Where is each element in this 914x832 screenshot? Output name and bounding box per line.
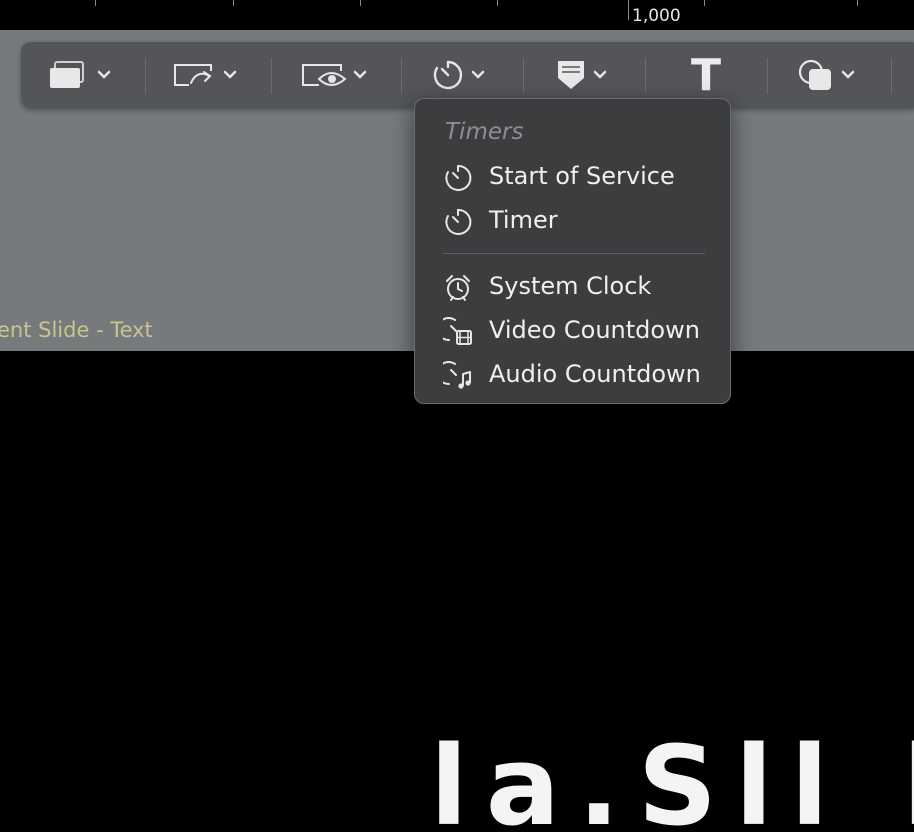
menu-separator	[443, 253, 705, 254]
toolbar-separator	[645, 58, 646, 94]
slide-layers-button[interactable]	[47, 42, 111, 108]
toolbar-separator	[523, 58, 524, 94]
ruler-tick	[628, 0, 629, 20]
toolbar-separator	[145, 58, 146, 94]
menu-item-label: Timer	[489, 206, 558, 234]
props-icon	[558, 61, 584, 89]
audio-countdown-icon	[443, 361, 471, 389]
ruler: 1,000	[0, 0, 914, 30]
slide-big-text: la.Sll l	[430, 722, 914, 832]
ruler-tick	[360, 0, 361, 6]
ruler-tick	[497, 0, 498, 6]
chevron-down-icon	[97, 70, 111, 79]
ruler-tick	[857, 0, 858, 6]
chevron-down-icon	[223, 70, 237, 79]
shapes-button[interactable]	[797, 42, 855, 108]
toolbar-separator	[271, 58, 272, 94]
menu-item-label: Video Countdown	[489, 316, 700, 344]
menu-item-start-of-service[interactable]: Start of Service	[425, 157, 722, 197]
video-countdown-icon	[443, 317, 472, 345]
menu-item-video-countdown[interactable]: Video Countdown	[425, 311, 722, 351]
slide-label: ent Slide - Text	[0, 318, 153, 342]
toolbar-separator	[891, 58, 892, 94]
menu-item-system-clock[interactable]: System Clock	[425, 267, 722, 307]
ruler-tick	[95, 0, 96, 6]
ruler-tick	[233, 0, 234, 6]
transition-icon	[174, 64, 212, 86]
ruler-label: 1,000	[632, 6, 681, 26]
menu-item-timer[interactable]: Timer	[425, 201, 722, 241]
toolbar-separator	[767, 58, 768, 94]
menu-item-label: System Clock	[489, 272, 652, 300]
alarm-clock-icon	[446, 275, 470, 301]
shapes-icon	[798, 59, 831, 90]
visibility-button[interactable]	[299, 42, 367, 108]
chevron-down-icon	[593, 70, 607, 79]
menu-item-label: Audio Countdown	[489, 360, 701, 388]
visibility-icon	[302, 64, 347, 86]
menu-header: Timers	[445, 119, 524, 145]
timer-icon	[433, 60, 463, 90]
text-icon: T	[691, 49, 722, 101]
timer-icon	[445, 164, 472, 191]
timer-icon	[445, 208, 472, 235]
chevron-down-icon	[353, 70, 367, 79]
slide-layers-icon	[50, 61, 84, 88]
menu-item-label: Start of Service	[489, 162, 675, 190]
chevron-down-icon	[841, 70, 855, 79]
menu-item-audio-countdown[interactable]: Audio Countdown	[425, 355, 722, 395]
transition-button[interactable]	[171, 42, 237, 108]
ruler-tick	[704, 0, 705, 6]
timers-menu: Timers Start of Service Timer System Clo…	[414, 98, 731, 404]
toolbar-separator	[401, 58, 402, 94]
chevron-down-icon	[471, 70, 485, 79]
